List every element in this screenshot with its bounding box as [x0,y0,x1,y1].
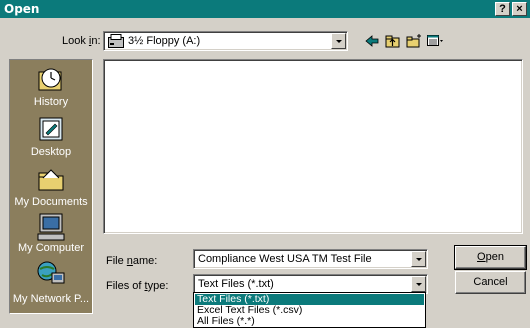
places-history[interactable]: History [10,64,92,112]
places-my-network[interactable]: My Network P... [10,259,92,307]
places-my-documents[interactable]: My Documents [10,164,92,212]
my-computer-icon [37,213,65,241]
places-my-computer-label: My Computer [17,242,85,254]
views-menu-icon[interactable] [426,33,444,49]
places-desktop-label: Desktop [30,146,72,158]
close-button[interactable]: × [512,2,527,16]
window-title: Open [4,2,40,16]
file-name-input[interactable]: Compliance West USA TM Test File [198,253,372,265]
places-bar: History Desktop My Documents My Computer [9,59,93,314]
files-of-type-label: Files of type: [106,280,169,292]
places-history-label: History [33,96,69,108]
file-type-dropdown-list: Text Files (*.txt) Excel Text Files (*.c… [193,292,426,328]
new-folder-icon[interactable] [405,33,423,49]
desktop-icon [39,117,63,141]
history-icon [38,68,62,91]
look-in-value: 3½ Floppy (A:) [128,35,201,47]
file-list[interactable] [103,59,523,234]
places-my-computer[interactable]: My Computer [10,212,92,260]
floppy-drive-icon [108,34,124,48]
title-bar [0,0,530,18]
help-button[interactable]: ? [495,2,510,16]
cancel-button[interactable]: Cancel [455,271,526,294]
places-my-documents-label: My Documents [14,196,88,208]
my-network-places-icon [37,261,65,284]
my-documents-icon [38,169,64,191]
file-name-label: File name: [106,255,158,267]
look-in-label: Look in: [62,35,101,47]
files-of-type-value: Text Files (*.txt) [198,278,274,290]
back-arrow-icon[interactable] [363,33,381,49]
look-in-dropdown-button[interactable] [331,33,346,49]
places-desktop[interactable]: Desktop [10,114,92,162]
places-my-network-label: My Network P... [12,293,90,305]
files-of-type-dropdown-button[interactable] [411,276,426,292]
file-type-option-all[interactable]: All Files (*.*) [195,316,424,327]
open-button[interactable]: Open [454,245,527,270]
up-one-level-icon[interactable] [384,33,402,49]
file-name-dropdown-button[interactable] [411,251,426,267]
